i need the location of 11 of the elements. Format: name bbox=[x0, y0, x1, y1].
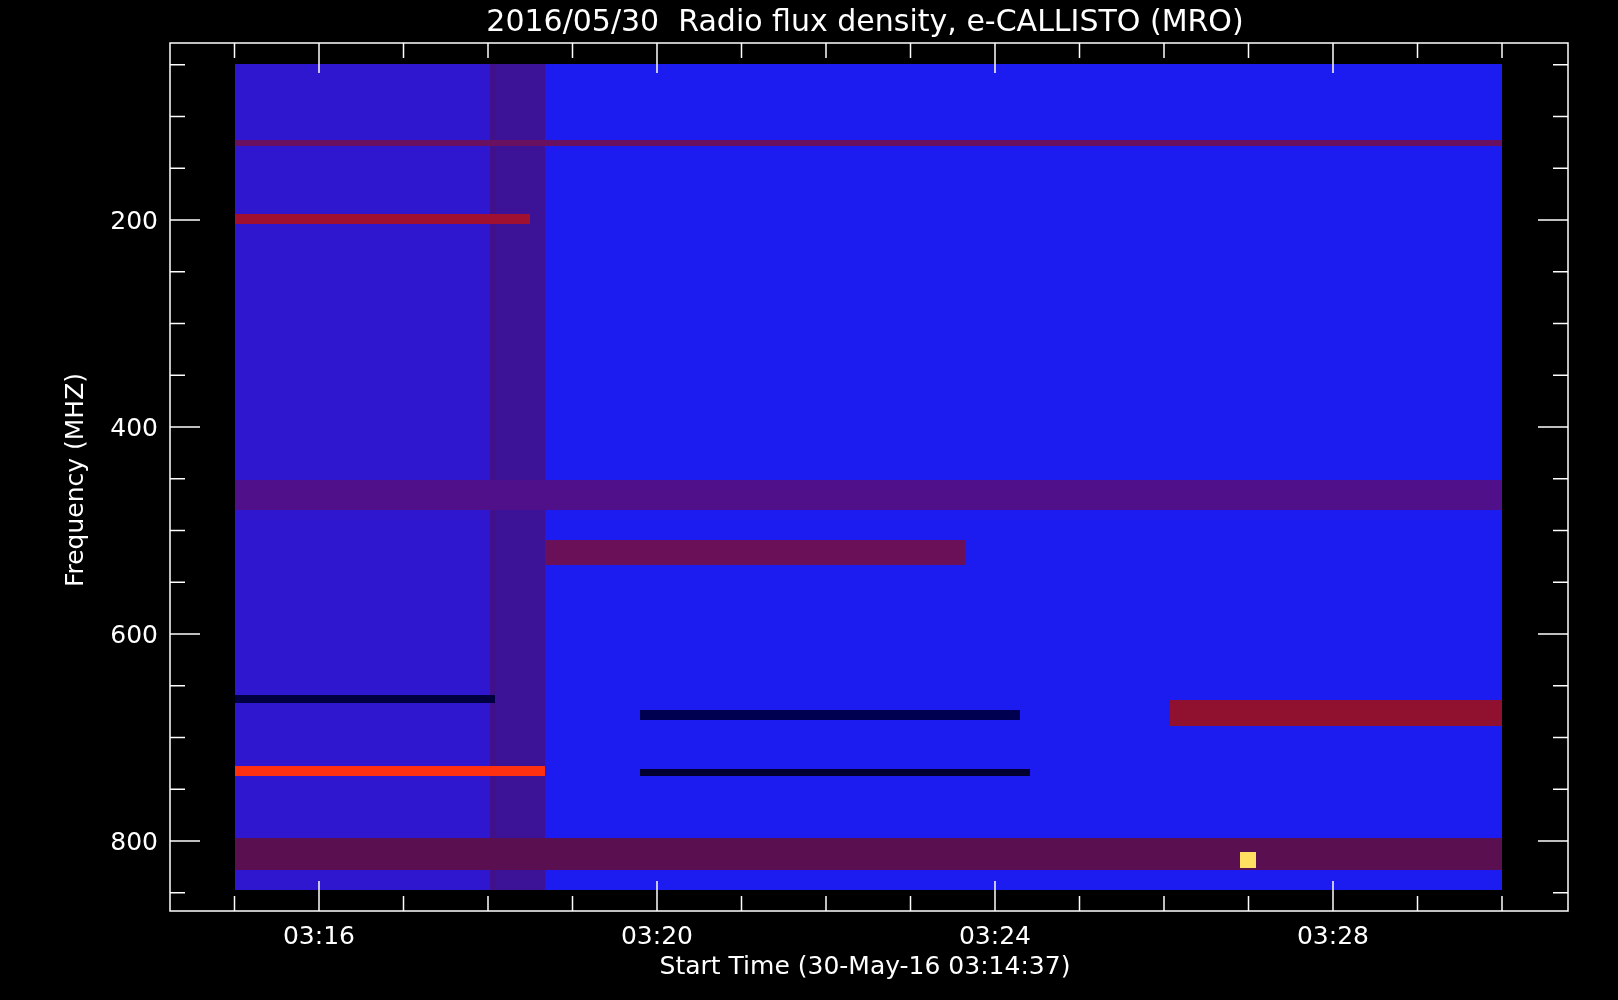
chart-title: 2016/05/30 Radio flux density, e-CALLISTO (MRO) bbox=[486, 3, 1244, 38]
x-tick-label: 03:20 bbox=[621, 921, 693, 950]
y-axis-label: Frequency (MHZ) bbox=[60, 372, 89, 588]
y-tick-label: 400 bbox=[110, 413, 158, 442]
x-axis-label: Start Time (30-May-16 03:14:37) bbox=[659, 951, 1071, 980]
y-tick-label: 200 bbox=[110, 206, 158, 235]
x-tick-label: 03:24 bbox=[959, 921, 1031, 950]
y-tick-label: 600 bbox=[110, 620, 158, 649]
x-tick-label: 03:16 bbox=[283, 921, 355, 950]
x-tick-label: 03:28 bbox=[1297, 921, 1369, 950]
y-tick-label: 800 bbox=[110, 827, 158, 856]
